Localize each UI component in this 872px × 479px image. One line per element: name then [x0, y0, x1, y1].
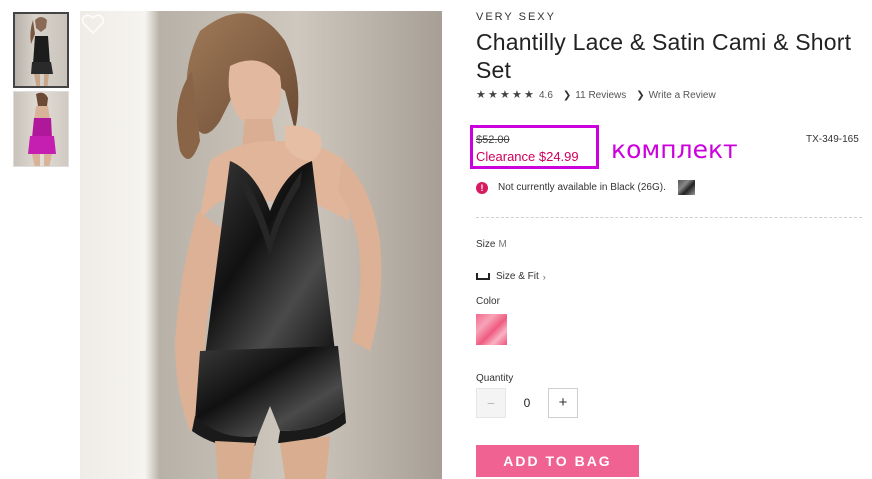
star-half-icon: ★ [524, 88, 534, 101]
black-swatch-thumbnail [677, 180, 695, 195]
star-icon: ★ [500, 88, 510, 101]
size-fit-link[interactable]: Size & Fit › [476, 271, 546, 282]
alert-icon: ! [476, 181, 488, 194]
thumbnail-figure-black [30, 17, 53, 86]
reviews-link[interactable]: 11 Reviews [575, 90, 626, 101]
star-icon: ★ [476, 88, 486, 101]
ruler-icon [476, 273, 490, 280]
thumbnail-black[interactable] [13, 12, 69, 88]
product-title: Chantilly Lace & Satin Cami & Short Set [476, 29, 852, 83]
size-fit-label: Size & Fit [496, 271, 539, 282]
availability-notice: ! Not currently available in Black (26G)… [476, 180, 695, 195]
chevron-right-icon: ❯ [636, 89, 645, 101]
product-main-image [80, 11, 442, 479]
color-swatch-pink[interactable] [476, 314, 507, 345]
model-illustration [80, 11, 442, 479]
brand-label: VERY SEXY [476, 11, 556, 23]
size-label: Size [476, 239, 496, 250]
quantity-increase-button[interactable]: + [548, 388, 578, 418]
thumbnail-pink[interactable] [13, 91, 69, 167]
thumbnail-figure-pink [28, 92, 56, 166]
divider [476, 217, 862, 218]
chevron-right-icon: ❯ [562, 89, 572, 101]
star-rating: ★ ★ ★ ★ ★ [476, 88, 535, 101]
quantity-decrease-button[interactable]: − [476, 388, 506, 418]
size-selection: Size M [476, 239, 507, 250]
rating-value: 4.6 [539, 89, 553, 101]
write-review-link[interactable]: Write a Review [649, 90, 716, 101]
quantity-label: Quantity [476, 373, 514, 384]
heart-icon[interactable] [80, 11, 106, 37]
star-icon: ★ [512, 88, 522, 101]
color-label: Color [476, 296, 500, 307]
annotation-text: комплект [611, 135, 738, 164]
original-price: $52.00 [476, 134, 510, 146]
quantity-value[interactable]: 0 [512, 388, 542, 418]
star-icon: ★ [488, 88, 498, 101]
sale-price: Clearance $24.99 [476, 149, 579, 164]
availability-text: Not currently available in Black (26G). [498, 182, 666, 193]
chevron-right-icon: › [542, 271, 546, 282]
size-value: M [498, 239, 507, 250]
product-sku: TX-349-165 [806, 134, 859, 145]
rating-row: ★ ★ ★ ★ ★ 4.6 ❯ 11 Reviews ❯ Write a Rev… [476, 88, 716, 102]
add-to-bag-button[interactable]: ADD TO BAG [476, 445, 639, 477]
